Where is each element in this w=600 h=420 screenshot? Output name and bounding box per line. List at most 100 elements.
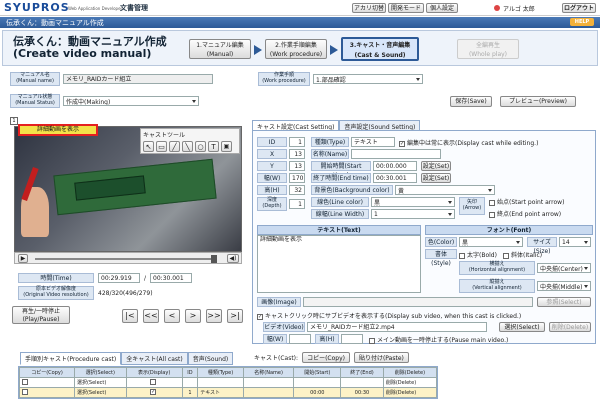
step-label: 3.キャスト・音声編集: [349, 42, 411, 49]
subvideo-check[interactable]: ✓ キャストクリック時にサブビデオを表示する(Display sub video,…: [257, 311, 521, 320]
step-sub: (Manual): [206, 51, 234, 58]
step-whole-play[interactable]: 全編再生 (Whole play): [457, 39, 519, 59]
forward-fast-icon[interactable]: >>: [206, 309, 222, 323]
step-cast-sound[interactable]: 3.キャスト・音声編集 (Cast & Sound): [341, 37, 419, 61]
checkbox-icon: [459, 252, 465, 259]
table-cell: [242, 377, 295, 388]
help-button[interactable]: HELP: [570, 18, 594, 26]
image-field[interactable]: [303, 297, 533, 307]
line-color-select[interactable]: 黒: [371, 197, 455, 207]
logout-button[interactable]: ログアウト: [562, 3, 596, 13]
section-label: 文書管理: [120, 4, 148, 12]
text-tool-icon[interactable]: T: [208, 141, 219, 152]
height-field[interactable]: 32: [289, 185, 305, 195]
topnav-devmode[interactable]: 開発モード: [388, 3, 424, 13]
bold-check[interactable]: 太字(Bold): [459, 250, 497, 259]
manual-name-field[interactable]: メモリ_RAIDカード組立: [63, 74, 213, 84]
tab-all-cast[interactable]: 全キャスト(All cast): [121, 352, 188, 365]
cast-actions: キャスト(Cast): コピー(Copy) 貼り付け(Paste): [254, 352, 409, 363]
image-tool-icon[interactable]: ▣: [221, 141, 232, 152]
id-field: 1: [289, 137, 305, 147]
end-time-field[interactable]: 00:30.001: [373, 173, 417, 183]
table-cell[interactable]: 選択(Select): [73, 387, 127, 398]
depth-field[interactable]: 1: [289, 199, 305, 209]
arrow-line-tool-icon[interactable]: ╲: [182, 141, 193, 152]
save-button[interactable]: 保存(Save): [450, 96, 492, 107]
end-arrow-check[interactable]: 終点(End point arrow): [489, 209, 561, 218]
table-cell[interactable]: [19, 377, 75, 388]
checkbox-icon[interactable]: ✓: [150, 389, 157, 396]
pause-main-check[interactable]: メイン動画を一時停止する(Pause main video.): [369, 335, 508, 344]
start-arrow-check[interactable]: 始点(Start point arrow): [489, 197, 564, 206]
image-select-button[interactable]: 参照(Select): [537, 297, 591, 307]
table-cell[interactable]: 削除(Delete): [382, 387, 438, 398]
copy-button[interactable]: コピー(Copy): [302, 352, 350, 363]
frame-controls: |< << < > >> >|: [122, 309, 243, 323]
chevron-down-icon: [448, 200, 452, 204]
pointer-tool-icon[interactable]: ↖: [143, 141, 154, 152]
font-size-select[interactable]: 14: [559, 237, 591, 247]
table-cell[interactable]: [19, 387, 75, 398]
table-cell[interactable]: 選択(Select): [73, 377, 127, 388]
play-pause-button[interactable]: 再生/一時停止 (Play/Pause): [12, 306, 70, 324]
table-row[interactable]: 選択(Select) 削除(Delete): [19, 377, 438, 388]
topnav-settings[interactable]: 個人設定: [426, 3, 458, 13]
page-title-en: (Create video manual): [13, 47, 152, 60]
checkbox-icon[interactable]: [150, 379, 157, 386]
manual-status-select[interactable]: 作成中(Making): [63, 96, 199, 106]
rewind-fast-icon[interactable]: <<: [143, 309, 159, 323]
circle-tool-icon[interactable]: ○: [195, 141, 206, 152]
play-icon[interactable]: ▶: [18, 254, 28, 263]
line-width-select[interactable]: 1: [371, 209, 455, 219]
valign-select[interactable]: 中央揃(Middle): [537, 281, 591, 291]
x-field[interactable]: 13: [289, 149, 305, 159]
rectangle-tool-icon[interactable]: ▭: [156, 141, 167, 152]
arrow-icon: [254, 45, 262, 55]
checkbox-icon[interactable]: [22, 389, 28, 396]
procedure-row: 作業手順 (Work procedure) 1.部品確認: [258, 72, 423, 86]
tab-procedure-cast[interactable]: 手順別キャスト(Procedure cast): [20, 352, 122, 365]
width-field[interactable]: 170: [289, 173, 305, 183]
name-field[interactable]: [351, 149, 441, 159]
skip-end-icon[interactable]: >|: [227, 309, 243, 323]
italic-check[interactable]: 斜体(Italic): [503, 250, 542, 259]
topnav-switch[interactable]: アカリ切替: [352, 3, 386, 13]
halign-select[interactable]: 中央揃(Center): [537, 263, 591, 273]
table-cell[interactable]: [125, 377, 183, 388]
set-start-button[interactable]: 設定(Set): [421, 161, 451, 171]
start-time-field[interactable]: 00:00.000: [373, 161, 417, 171]
subvideo-height-field[interactable]: [341, 334, 363, 344]
paste-button[interactable]: 貼り付け(Paste): [353, 352, 409, 363]
bg-color-select[interactable]: 黄: [395, 185, 495, 195]
font-color-select[interactable]: 黒: [459, 237, 523, 247]
step-procedure[interactable]: 2.作業手順編集 (Work procedure): [265, 39, 327, 59]
preview-button[interactable]: プレビュー(Preview): [500, 96, 576, 107]
seek-handle[interactable]: [211, 255, 217, 263]
step-forward-icon[interactable]: >: [185, 309, 201, 323]
cast-settings-panel: ID 1 X 13 Y 13 幅(W) 170 高(H) 32 深度 (Depth…: [252, 130, 596, 344]
table-row[interactable]: 選択(Select) ✓ 1 テキスト 00:00 00:30 削除(Delete): [19, 387, 438, 398]
height-label: 高(H): [257, 185, 287, 195]
cast-actions-label: キャスト(Cast):: [254, 355, 299, 362]
subvideo-select-button[interactable]: 選択(Select): [499, 322, 545, 332]
set-end-button[interactable]: 設定(Set): [421, 173, 451, 183]
procedure-select[interactable]: 1.部品確認: [313, 74, 423, 84]
y-field[interactable]: 13: [289, 161, 305, 171]
skip-start-icon[interactable]: |<: [122, 309, 138, 323]
subvideo-delete-button[interactable]: 削除(Delete): [549, 322, 591, 332]
subvideo-field[interactable]: メモリ_RAIDカード組立2.mp4: [307, 322, 487, 332]
line-tool-icon[interactable]: ╱: [169, 141, 180, 152]
table-cell[interactable]: ✓: [125, 387, 183, 398]
table-cell[interactable]: 削除(Delete): [382, 377, 438, 388]
step-manual[interactable]: 1.マニュアル編集 (Manual): [189, 39, 251, 59]
always-display-check[interactable]: ✓ 編集中は常に表示(Display cast while editing.): [399, 138, 538, 147]
text-area[interactable]: 詳細動画を表示: [257, 235, 421, 293]
subvideo-width-field[interactable]: [289, 334, 311, 344]
cast-text-box[interactable]: 詳細動画を表示: [18, 124, 98, 136]
volume-icon[interactable]: ◀): [227, 254, 239, 263]
seek-bar[interactable]: [35, 258, 215, 260]
tab-sound[interactable]: 音声(Sound): [187, 352, 234, 365]
checkbox-icon: ✓: [399, 140, 405, 147]
checkbox-icon[interactable]: [22, 379, 28, 386]
step-back-icon[interactable]: <: [164, 309, 180, 323]
